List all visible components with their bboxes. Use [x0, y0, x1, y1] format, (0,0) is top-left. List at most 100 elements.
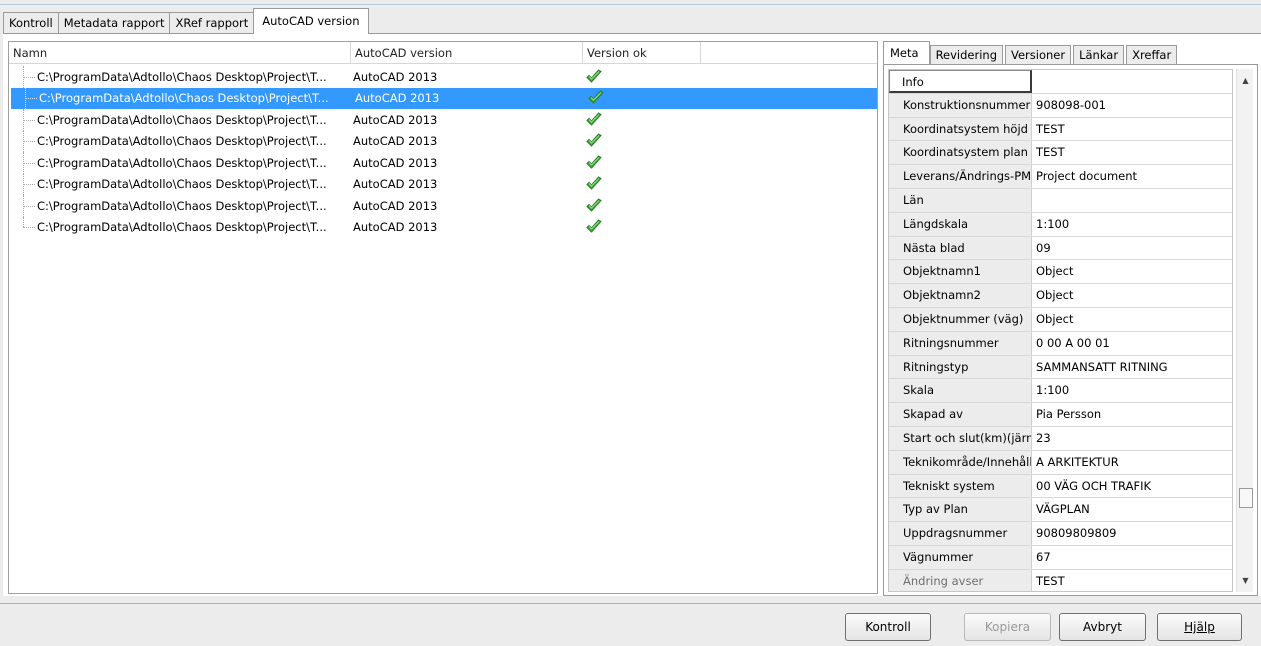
property-value[interactable]: 1:100: [1032, 379, 1232, 402]
check-icon: [587, 90, 617, 106]
property-row[interactable]: Konstruktionsnummer 908098-001: [889, 93, 1232, 118]
property-value[interactable]: 67: [1032, 546, 1232, 569]
property-value[interactable]: TEST: [1032, 570, 1232, 591]
property-row[interactable]: Tekniskt system 00 VÄG OCH TRAFIK: [889, 474, 1232, 499]
property-name: Objektnamn2: [889, 284, 1032, 307]
property-row[interactable]: Koordinatsystem höjd TEST: [889, 117, 1232, 142]
list-item[interactable]: C:\ProgramData\Adtollo\Chaos Desktop\Pro…: [11, 87, 877, 109]
tab-xreffar[interactable]: Xreffar: [1126, 45, 1178, 65]
list-header: Namn AutoCAD version Version ok: [9, 42, 877, 64]
list-item[interactable]: C:\ProgramData\Adtollo\Chaos Desktop\Pro…: [9, 216, 877, 239]
property-row[interactable]: Längdskala 1:100: [889, 212, 1232, 237]
property-value[interactable]: 00 VÄG OCH TRAFIK: [1032, 475, 1232, 498]
tab-metadata-rapport[interactable]: Metadata rapport: [57, 12, 171, 34]
property-row[interactable]: Objektnamn2 Object: [889, 284, 1232, 308]
list-item[interactable]: C:\ProgramData\Adtollo\Chaos Desktop\Pro…: [9, 173, 877, 196]
property-value[interactable]: 1:100: [1032, 213, 1232, 236]
window-top-border: [0, 4, 1261, 5]
meta-tab-strip: Meta Revidering Versioner Länkar Xreffar: [883, 41, 1179, 65]
list-item[interactable]: C:\ProgramData\Adtollo\Chaos Desktop\Pro…: [9, 109, 877, 131]
property-row[interactable]: Uppdragsnummer 90809809809: [889, 522, 1232, 546]
property-row[interactable]: Objektnamn1 Object: [889, 260, 1232, 285]
column-header-version-ok[interactable]: Version ok: [583, 42, 701, 64]
property-row[interactable]: Ritningstyp SAMMANSATT RITNING: [889, 355, 1232, 380]
autocad-version-value: AutoCAD 2013: [353, 177, 438, 192]
property-name: Teknikområde/Innehåll: [889, 450, 1032, 474]
check-icon: [585, 112, 615, 128]
property-value[interactable]: Object: [1032, 284, 1232, 307]
property-value[interactable]: Object: [1032, 308, 1232, 331]
tab-meta[interactable]: Meta: [883, 41, 930, 65]
file-path: C:\ProgramData\Adtollo\Chaos Desktop\Pro…: [37, 69, 327, 84]
hjalp-button[interactable]: Hjälp: [1157, 613, 1242, 641]
property-value[interactable]: A ARKITEKTUR: [1032, 451, 1232, 474]
property-value[interactable]: 908098-001: [1032, 94, 1232, 117]
property-value[interactable]: [1032, 70, 1232, 93]
property-row[interactable]: Leverans/Ändrings-PM Project document: [889, 165, 1232, 189]
property-name: Ritningsnummer: [889, 331, 1032, 355]
property-name: Info: [889, 70, 1032, 93]
property-row[interactable]: Län: [889, 188, 1232, 213]
property-name: Ändring avser: [889, 569, 1032, 591]
check-icon: [585, 155, 615, 171]
list-item[interactable]: C:\ProgramData\Adtollo\Chaos Desktop\Pro…: [9, 152, 877, 174]
column-header-namn[interactable]: Namn: [9, 42, 351, 64]
file-list-view[interactable]: Namn AutoCAD version Version ok C:\Progr…: [8, 41, 878, 594]
property-row[interactable]: Ritningsnummer 0 00 A 00 01: [889, 331, 1232, 356]
file-path: C:\ProgramData\Adtollo\Chaos Desktop\Pro…: [37, 155, 327, 170]
property-value[interactable]: 0 00 A 00 01: [1032, 332, 1232, 355]
tab-kontroll[interactable]: Kontroll: [3, 12, 59, 34]
tab-versioner[interactable]: Versioner: [1005, 45, 1072, 65]
property-value[interactable]: TEST: [1032, 141, 1232, 164]
check-icon: [585, 176, 615, 192]
property-name: Leverans/Ändrings-PM: [889, 165, 1032, 188]
kopiera-button[interactable]: Kopiera: [964, 613, 1051, 641]
tab-revidering[interactable]: Revidering: [929, 45, 1003, 65]
check-icon: [585, 133, 615, 149]
property-value[interactable]: Project document: [1032, 165, 1232, 188]
property-row[interactable]: Objektnummer (väg) Object: [889, 307, 1232, 332]
autocad-version-value: AutoCAD 2013: [353, 112, 438, 127]
property-value[interactable]: Object: [1032, 260, 1232, 283]
property-row[interactable]: Vägnummer 67: [889, 545, 1232, 570]
property-grid[interactable]: Info Konstruktionsnummer 908098-001 Koordin…: [888, 69, 1233, 592]
tab-xref-rapport[interactable]: XRef rapport: [169, 12, 255, 34]
scroll-up-icon[interactable]: ▲: [1240, 75, 1251, 86]
kontroll-button[interactable]: Kontroll: [845, 613, 931, 641]
tree-connector: [9, 152, 37, 174]
property-scrollbar[interactable]: ▲ ▼: [1236, 69, 1253, 592]
avbryt-button[interactable]: Avbryt: [1059, 613, 1146, 641]
autocad-version-value: AutoCAD 2013: [353, 220, 438, 235]
list-item[interactable]: C:\ProgramData\Adtollo\Chaos Desktop\Pro…: [9, 130, 877, 153]
autocad-version-value: AutoCAD 2013: [353, 69, 438, 84]
property-row[interactable]: Ändring avser TEST: [889, 569, 1232, 591]
top-tab-strip: Kontroll Metadata rapport XRef rapport A…: [3, 8, 369, 34]
property-value[interactable]: TEST: [1032, 118, 1232, 141]
scroll-down-icon[interactable]: ▼: [1240, 575, 1251, 586]
property-row[interactable]: Start och slut(km)(järn 23: [889, 426, 1232, 451]
scroll-thumb[interactable]: [1239, 488, 1253, 508]
property-value[interactable]: [1032, 189, 1232, 212]
property-row[interactable]: Nästa blad 09: [889, 236, 1232, 261]
property-row[interactable]: Typ av Plan VÄGPLAN: [889, 498, 1232, 523]
list-item[interactable]: C:\ProgramData\Adtollo\Chaos Desktop\Pro…: [9, 195, 877, 217]
property-row[interactable]: Skala 1:100: [889, 379, 1232, 404]
property-value[interactable]: 09: [1032, 237, 1232, 260]
property-row[interactable]: Koordinatsystem plan TEST: [889, 141, 1232, 166]
property-name: Vägnummer: [889, 545, 1032, 569]
column-header-autocad-version[interactable]: AutoCAD version: [351, 42, 583, 64]
property-row[interactable]: Teknikområde/Innehåll A ARKITEKTUR: [889, 450, 1232, 475]
property-row[interactable]: Skapad av Pia Persson: [889, 403, 1232, 427]
tab-autocad-version[interactable]: AutoCAD version: [253, 8, 369, 34]
property-row[interactable]: Info: [889, 70, 1232, 94]
property-value[interactable]: 23: [1032, 427, 1232, 450]
file-path: C:\ProgramData\Adtollo\Chaos Desktop\Pro…: [39, 91, 329, 106]
property-name: Ritningstyp: [889, 355, 1032, 379]
property-value[interactable]: Pia Persson: [1032, 403, 1232, 426]
property-value[interactable]: SAMMANSATT RITNING: [1032, 356, 1232, 379]
tab-lankar[interactable]: Länkar: [1073, 45, 1125, 65]
tab-content-panel: Namn AutoCAD version Version ok C:\Progr…: [3, 33, 1261, 596]
property-value[interactable]: 90809809809: [1032, 522, 1232, 545]
list-item[interactable]: C:\ProgramData\Adtollo\Chaos Desktop\Pro…: [9, 66, 877, 88]
property-value[interactable]: VÄGPLAN: [1032, 498, 1232, 521]
